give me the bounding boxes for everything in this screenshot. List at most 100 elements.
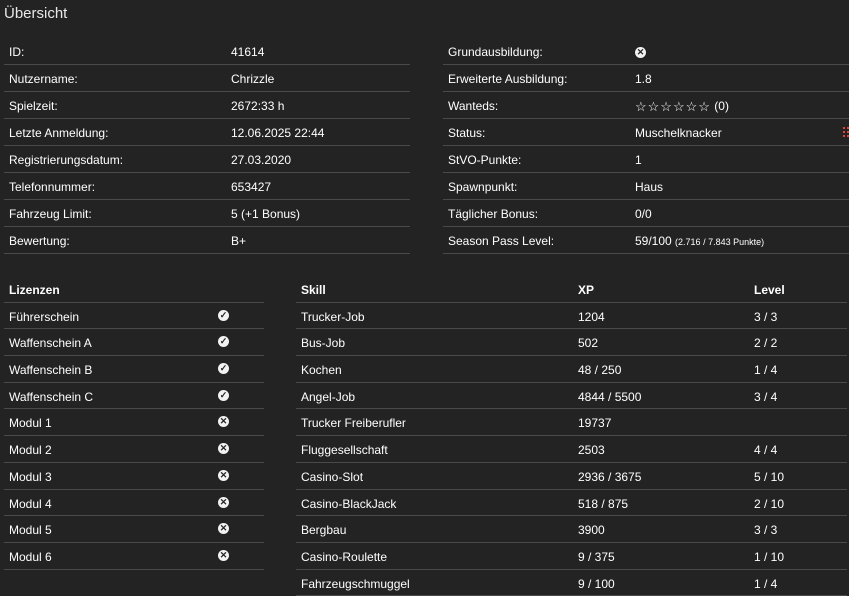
info-row-stvo: StVO-Punkte: 1 xyxy=(443,146,849,173)
info-row-registration: Registrierungsdatum: 27.03.2020 xyxy=(4,146,410,173)
season-level: 59/100 xyxy=(635,234,672,248)
info-value: 0/0 xyxy=(635,207,652,221)
skill-xp: 9 / 100 xyxy=(578,576,615,591)
skill-level: 1 / 4 xyxy=(754,576,778,591)
info-row-playtime: Spielzeit: 2672:33 h xyxy=(4,92,410,119)
check-circle-icon: ✓ xyxy=(218,336,229,348)
license-row: Waffenschein B ✓ xyxy=(4,356,264,383)
license-name: Modul 4 xyxy=(9,496,52,511)
license-name: Modul 5 xyxy=(9,523,52,538)
skill-level: 2 / 2 xyxy=(754,336,778,351)
info-label: ID: xyxy=(9,45,25,59)
info-row-daily-bonus: Täglicher Bonus: 0/0 xyxy=(443,200,849,227)
info-label: Grundausbildung: xyxy=(448,45,543,59)
skill-level: 3 / 4 xyxy=(754,389,778,404)
skill-row: Fluggesellschaft 2503 4 / 4 xyxy=(296,436,847,463)
info-label: Letzte Anmeldung: xyxy=(9,126,109,140)
info-row-spawn: Spawnpunkt: Haus xyxy=(443,173,849,200)
info-value: 1.8 xyxy=(635,72,652,86)
account-info-table: ID: 41614 Nutzername: Chrizzle Spielzeit: 2… xyxy=(4,38,410,254)
skills-rows: Trucker-Job 1204 3 / 3 Bus-Job 502 2 / 2 Koche… xyxy=(296,303,847,596)
season-points: (2.716 / 7.843 Punkte) xyxy=(675,237,765,247)
info-value: 5 (+1 Bonus) xyxy=(231,207,301,221)
skill-row: Fahrzeugschmuggel 9 / 100 1 / 4 xyxy=(296,570,847,596)
x-circle-icon: ✕ xyxy=(218,469,229,481)
skill-row: Casino-Roulette 9 / 375 1 / 10 xyxy=(296,543,847,570)
info-label: Registrierungsdatum: xyxy=(9,153,124,167)
info-label: Bewertung: xyxy=(9,234,70,248)
x-circle-icon: ✕ xyxy=(218,416,229,428)
skill-level: 4 / 4 xyxy=(754,443,778,458)
skill-row: Casino-Slot 2936 / 3675 5 / 10 xyxy=(296,463,847,490)
info-label: Spielzeit: xyxy=(9,99,58,113)
info-label: Täglicher Bonus: xyxy=(448,207,539,221)
skill-row: Trucker Freiberufler 19737 xyxy=(296,409,847,437)
skill-name: Kochen xyxy=(301,363,342,378)
info-row-last-login: Letzte Anmeldung: 12.06.2025 22:44 xyxy=(4,119,410,146)
info-value: 41614 xyxy=(231,45,265,59)
info-label: StVO-Punkte: xyxy=(448,153,522,167)
license-row: Modul 1 ✕ xyxy=(4,409,264,437)
check-circle-icon: ✓ xyxy=(218,389,229,401)
skills-table: Skill XP Level Trucker-Job 1204 3 / 3 Bus-J… xyxy=(296,276,847,596)
license-name: Modul 3 xyxy=(9,469,52,484)
skill-row: Kochen 48 / 250 1 / 4 xyxy=(296,356,847,383)
info-value: Chrizzle xyxy=(231,72,275,86)
skill-xp: 1204 xyxy=(578,309,605,324)
license-row: Waffenschein A ✓ xyxy=(4,329,264,357)
skill-name: Trucker-Job xyxy=(301,309,365,324)
license-name: Führerschein xyxy=(9,309,80,324)
skill-xp: 4844 / 5500 xyxy=(578,389,642,404)
license-row: Modul 3 ✕ xyxy=(4,463,264,490)
licenses-header-label: Lizenzen xyxy=(9,283,60,297)
skill-name: Casino-BlackJack xyxy=(301,496,397,511)
license-row: Waffenschein C ✓ xyxy=(4,383,264,410)
info-row-username: Nutzername: Chrizzle xyxy=(4,65,410,92)
skill-xp: 9 / 375 xyxy=(578,549,615,564)
x-circle-icon: ✕ xyxy=(218,443,229,455)
star-rating-icon: ☆☆☆☆☆☆ xyxy=(635,99,711,114)
skill-row: Bus-Job 502 2 / 2 xyxy=(296,329,847,357)
license-name: Waffenschein B xyxy=(9,363,93,378)
info-label: Status: xyxy=(448,126,486,140)
skill-xp: 2936 / 3675 xyxy=(578,469,642,484)
skill-name: Trucker Freiberufler xyxy=(301,416,406,431)
skill-level: 5 / 10 xyxy=(754,469,785,484)
info-value: Muschelknacker xyxy=(635,126,722,140)
info-value: 12.06.2025 22:44 xyxy=(231,126,325,140)
x-circle-icon: ✕ xyxy=(635,47,646,59)
skill-column-header: Skill xyxy=(301,283,326,297)
info-row-phone: Telefonnummer: 653427 xyxy=(4,173,410,200)
info-label: Wanteds: xyxy=(448,99,499,113)
skill-name: Bergbau xyxy=(301,523,347,538)
skill-xp: 2503 xyxy=(578,443,605,458)
x-circle-icon: ✕ xyxy=(218,496,229,508)
skill-name: Bus-Job xyxy=(301,336,346,351)
licenses-rows: Führerschein ✓ Waffenschein A ✓ Waffenschein… xyxy=(4,303,264,570)
info-value: 653427 xyxy=(231,180,272,194)
info-value: 2672:33 h xyxy=(231,99,285,113)
info-row-advanced-training: Erweiterte Ausbildung: 1.8 xyxy=(443,65,849,92)
license-row: Modul 4 ✕ xyxy=(4,490,264,517)
info-label: Season Pass Level: xyxy=(448,234,555,248)
skill-name: Casino-Slot xyxy=(301,469,364,484)
skill-row: Angel-Job 4844 / 5500 3 / 4 xyxy=(296,383,847,410)
skill-name: Angel-Job xyxy=(301,389,356,404)
license-name: Modul 2 xyxy=(9,443,52,458)
info-label: Spawnpunkt: xyxy=(448,180,518,194)
info-value: ☆☆☆☆☆☆ (0) xyxy=(635,99,729,115)
license-row: Modul 6 ✕ xyxy=(4,543,264,570)
x-circle-icon: ✕ xyxy=(218,549,229,561)
check-circle-icon: ✓ xyxy=(218,363,229,375)
info-value: ✕ xyxy=(635,45,646,59)
skill-row: Trucker-Job 1204 3 / 3 xyxy=(296,303,847,330)
skill-level: 2 / 10 xyxy=(754,496,785,511)
skill-xp: 518 / 875 xyxy=(578,496,629,511)
skill-xp: 48 / 250 xyxy=(578,363,622,378)
skill-xp: 502 xyxy=(578,336,599,351)
list-icon[interactable] xyxy=(843,127,849,137)
skill-name: Casino-Roulette xyxy=(301,549,388,564)
skill-name: Fahrzeugschmuggel xyxy=(301,576,410,591)
info-row-rating: Bewertung: B+ xyxy=(4,227,410,254)
info-row-id: ID: 41614 xyxy=(4,38,410,65)
